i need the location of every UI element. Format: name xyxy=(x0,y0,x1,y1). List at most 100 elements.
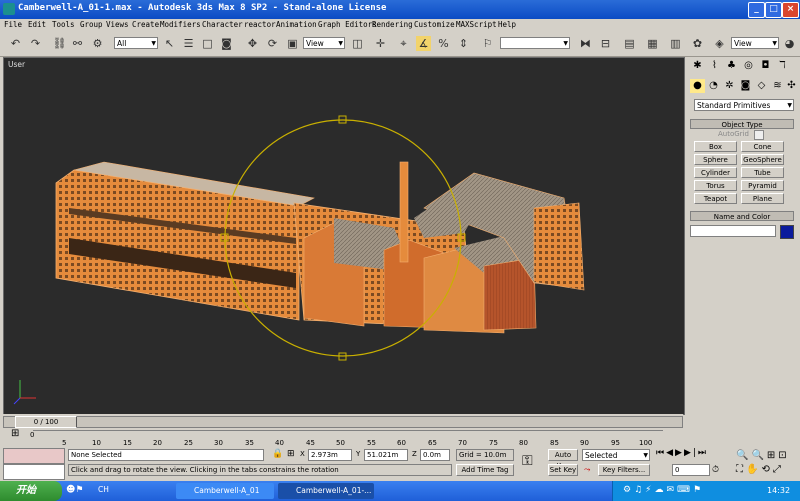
mirror-icon[interactable]: ⧓ xyxy=(578,36,593,51)
object-type-rollout[interactable]: Object Type xyxy=(690,119,794,129)
tray-icons[interactable]: ⚙♫⚡☁✉⌨⚑ xyxy=(623,485,704,495)
maximize-button[interactable]: □ xyxy=(765,2,782,18)
time-slider[interactable]: 0 / 100 xyxy=(3,414,683,428)
plane-button[interactable]: Plane xyxy=(741,193,784,204)
key-mode-dropdown[interactable]: Selected ▼ xyxy=(582,449,650,461)
menu-graph-editors[interactable]: Graph Editors xyxy=(318,20,377,29)
move-icon[interactable]: ✥ xyxy=(245,36,260,51)
render-scene-icon[interactable]: ◈ xyxy=(712,36,727,51)
set-key-button[interactable]: Set Key xyxy=(548,464,578,476)
select-by-name-icon[interactable]: ☰ xyxy=(181,36,196,51)
layer-manager-icon[interactable]: ▤ xyxy=(622,36,637,51)
motion-tab-icon[interactable]: ◎ xyxy=(741,59,756,73)
scale-icon[interactable]: ▣ xyxy=(285,36,300,51)
quick-launch-icons[interactable]: ☻⚑ xyxy=(66,485,94,497)
unlink-icon[interactable]: ⚯ xyxy=(70,36,85,51)
undo-icon[interactable]: ↶ xyxy=(8,36,23,51)
object-color-swatch[interactable] xyxy=(780,225,794,239)
object-name-field[interactable] xyxy=(690,225,776,237)
tube-button[interactable]: Tube xyxy=(741,167,784,178)
teapot-button[interactable]: Teapot xyxy=(694,193,737,204)
render-view-dropdown[interactable]: View ▼ xyxy=(731,37,779,49)
menu-help[interactable]: Help xyxy=(498,20,516,29)
select-link-icon[interactable]: ⛓ xyxy=(52,36,67,51)
redo-icon[interactable]: ↷ xyxy=(28,36,43,51)
cone-button[interactable]: Cone xyxy=(741,141,784,152)
named-selection-dropdown[interactable]: ▼ xyxy=(500,37,570,49)
percent-snap-icon[interactable]: % xyxy=(436,36,451,51)
x-coordinate-field[interactable]: 2.973m xyxy=(308,449,352,461)
angle-snap-icon[interactable]: ∡ xyxy=(416,36,431,51)
schematic-view-icon[interactable]: ▥ xyxy=(668,36,683,51)
current-frame-field[interactable]: 0 xyxy=(672,464,710,476)
maxscript-listener[interactable] xyxy=(3,448,65,464)
material-editor-icon[interactable]: ✿ xyxy=(690,36,705,51)
menu-character[interactable]: Character xyxy=(202,20,243,29)
menu-customize[interactable]: Customize xyxy=(414,20,455,29)
close-button[interactable]: × xyxy=(782,2,799,18)
geometry-icon[interactable]: ● xyxy=(690,79,705,93)
box-button[interactable]: Box xyxy=(694,141,737,152)
menu-modifiers[interactable]: Modifiers xyxy=(160,20,201,29)
select-object-icon[interactable]: ↖ xyxy=(162,36,177,51)
geosphere-button[interactable]: GeoSphere xyxy=(741,154,784,165)
key-filters-button[interactable]: Key Filters... xyxy=(598,464,650,476)
align-icon[interactable]: ⊟ xyxy=(598,36,613,51)
start-button[interactable]: 开始 xyxy=(0,481,62,501)
time-config-icon[interactable]: ⏱ xyxy=(712,465,719,475)
menu-maxscript[interactable]: MAXScript xyxy=(456,20,497,29)
lock-selection-icon[interactable]: 🔒 xyxy=(272,449,283,459)
add-time-tag-button[interactable]: Add Time Tag xyxy=(456,464,514,476)
utilities-tab-icon[interactable]: ℸ xyxy=(775,59,790,73)
menu-create[interactable]: Create xyxy=(132,20,159,29)
absolute-mode-icon[interactable]: ⊞ xyxy=(287,449,295,459)
modify-tab-icon[interactable]: ⌇ xyxy=(707,59,722,73)
cameras-icon[interactable]: ◙ xyxy=(738,79,753,93)
bind-space-warp-icon[interactable]: ⚙ xyxy=(90,36,105,51)
category-dropdown[interactable]: Standard Primitives ▼ xyxy=(694,99,794,111)
menu-tools[interactable]: Tools xyxy=(52,20,75,29)
snap-toggle-icon[interactable]: ⌖ xyxy=(396,36,411,51)
curve-editor-icon[interactable]: ▦ xyxy=(645,36,660,51)
cylinder-button[interactable]: Cylinder xyxy=(694,167,737,178)
pyramid-button[interactable]: Pyramid xyxy=(741,180,784,191)
window-crossing-icon[interactable]: ◙ xyxy=(219,36,234,51)
display-tab-icon[interactable]: ◘ xyxy=(758,59,773,73)
maxscript-mini-listener[interactable] xyxy=(3,464,65,480)
sphere-button[interactable]: Sphere xyxy=(694,154,737,165)
selection-filter-dropdown[interactable]: All ▼ xyxy=(114,37,158,49)
input-language[interactable]: CH xyxy=(98,485,109,494)
rotate-icon[interactable]: ⟳ xyxy=(265,36,280,51)
menu-views[interactable]: Views xyxy=(106,20,129,29)
shapes-icon[interactable]: ◔ xyxy=(706,79,721,93)
time-slider-thumb[interactable]: 0 / 100 xyxy=(15,416,77,428)
default-tangent-icon[interactable]: ⤳ xyxy=(584,465,590,475)
app-icon[interactable] xyxy=(3,3,15,15)
select-manipulate-icon[interactable]: ✛ xyxy=(373,36,388,51)
key-icon[interactable]: ⚿ xyxy=(522,453,533,469)
time-slider-track[interactable] xyxy=(3,416,683,428)
name-color-rollout[interactable]: Name and Color xyxy=(690,211,794,221)
menu-reactor[interactable]: reactor xyxy=(244,20,276,29)
helpers-icon[interactable]: ◇ xyxy=(754,79,769,93)
minimize-button[interactable]: _ xyxy=(748,2,765,18)
menu-edit[interactable]: Edit xyxy=(28,20,46,29)
menu-group[interactable]: Group xyxy=(80,20,103,29)
playback-controls[interactable]: ⏮◀▶▶|⏭ xyxy=(656,448,736,462)
trackbar-menu-icon[interactable]: ⊞ xyxy=(11,428,25,442)
z-coordinate-field[interactable]: 0.0m xyxy=(420,449,450,461)
y-coordinate-field[interactable]: 51.021m xyxy=(364,449,408,461)
reference-coord-dropdown[interactable]: View ▼ xyxy=(303,37,345,49)
hierarchy-tab-icon[interactable]: ♣ xyxy=(724,59,739,73)
torus-button[interactable]: Torus xyxy=(694,180,737,191)
spinner-snap-icon[interactable]: ⇕ xyxy=(456,36,471,51)
create-tab-icon[interactable]: ✱ xyxy=(690,59,705,73)
lights-icon[interactable]: ✲ xyxy=(722,79,737,93)
menu-file[interactable]: File xyxy=(4,20,22,29)
systems-icon[interactable]: ✣ xyxy=(784,79,799,93)
edit-named-selection-icon[interactable]: ⚐ xyxy=(480,36,495,51)
quick-render-icon[interactable]: ◕ xyxy=(782,36,797,51)
task-camberwell-1[interactable]: Camberwell-A_01 xyxy=(176,483,274,499)
rect-selection-icon[interactable]: □ xyxy=(200,36,215,51)
menu-rendering[interactable]: Rendering xyxy=(372,20,413,29)
